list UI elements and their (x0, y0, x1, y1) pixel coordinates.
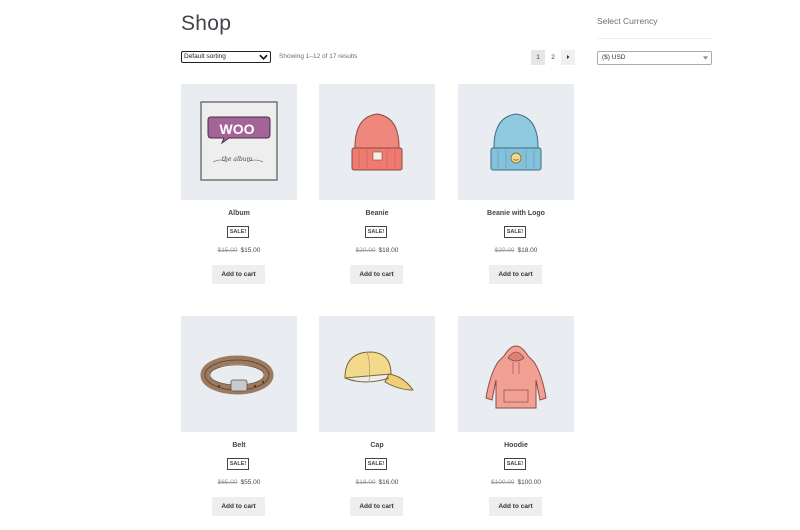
product-name[interactable]: Album (181, 210, 297, 217)
product-name[interactable]: Beanie with Logo (458, 210, 574, 217)
currency-select[interactable]: ($) USD (597, 51, 712, 65)
sale-price: $18.00 (517, 247, 538, 254)
page-title: Shop (181, 12, 232, 35)
product-image[interactable] (319, 84, 435, 200)
sale-badge: SALE! (227, 458, 249, 470)
old-price: $20.00 (494, 247, 515, 254)
old-price: $20.00 (355, 247, 376, 254)
sale-price: $18.00 (378, 247, 399, 254)
page-2-button[interactable]: 2 (546, 50, 560, 65)
album-icon: WOO the album (200, 101, 278, 181)
sale-badge: SALE! (504, 458, 526, 470)
add-to-cart-button[interactable]: Add to cart (212, 497, 265, 516)
product-price: $15.00 $15.00 (181, 247, 297, 254)
product-price: $18.00 $16.00 (319, 479, 435, 486)
currency-widget-title: Select Currency (597, 16, 658, 26)
next-page-button[interactable] (561, 50, 575, 65)
divider (597, 38, 712, 39)
product-image[interactable] (181, 316, 297, 432)
sale-price: $15.00 (240, 247, 261, 254)
beanie-icon (351, 113, 403, 171)
old-price: $100.00 (491, 479, 515, 486)
old-price: $65.00 (217, 479, 238, 486)
sale-price: $55.00 (240, 479, 261, 486)
product-price: $100.00 $100.00 (458, 479, 574, 486)
chevron-right-icon (567, 55, 570, 59)
sale-price: $16.00 (378, 479, 399, 486)
sale-badge: SALE! (504, 226, 526, 238)
currency-value: ($) USD (602, 54, 626, 61)
product-price: $20.00 $18.00 (458, 247, 574, 254)
product-image[interactable]: WOO the album (181, 84, 297, 200)
sale-badge: SALE! (227, 226, 249, 238)
sale-price: $100.00 (517, 479, 542, 486)
product-price: $65.00 $55.00 (181, 479, 297, 486)
shop-toolbar: Default sorting Showing 1–12 of 17 resul… (181, 50, 575, 65)
page-1-button[interactable]: 1 (531, 50, 545, 65)
cap-icon (344, 351, 414, 391)
product-image[interactable] (319, 316, 435, 432)
sorting-value: Default sorting (184, 53, 226, 60)
svg-text:WOO: WOO (220, 121, 255, 137)
caret-down-icon (703, 56, 708, 60)
product-image[interactable] (458, 84, 574, 200)
add-to-cart-button[interactable]: Add to cart (350, 497, 403, 516)
add-to-cart-button[interactable]: Add to cart (489, 497, 542, 516)
product-image[interactable] (458, 316, 574, 432)
old-price: $15.00 (217, 247, 238, 254)
product-name[interactable]: Cap (319, 442, 435, 449)
sale-badge: SALE! (365, 458, 387, 470)
result-count: Showing 1–12 of 17 results (279, 53, 358, 60)
belt-icon (200, 355, 274, 395)
sale-badge: SALE! (365, 226, 387, 238)
product-name[interactable]: Beanie (319, 210, 435, 217)
add-to-cart-button[interactable]: Add to cart (350, 265, 403, 284)
old-price: $18.00 (355, 479, 376, 486)
product-name[interactable]: Belt (181, 442, 297, 449)
hoodie-icon (485, 345, 547, 409)
sorting-select[interactable]: Default sorting (181, 51, 271, 63)
product-price: $20.00 $18.00 (319, 247, 435, 254)
product-name[interactable]: Hoodie (458, 442, 574, 449)
beanie-logo-icon (490, 113, 542, 171)
svg-text:the album: the album (222, 156, 253, 163)
pagination: 1 2 (531, 50, 575, 65)
chevron-down-icon (259, 54, 268, 60)
add-to-cart-button[interactable]: Add to cart (212, 265, 265, 284)
add-to-cart-button[interactable]: Add to cart (489, 265, 542, 284)
